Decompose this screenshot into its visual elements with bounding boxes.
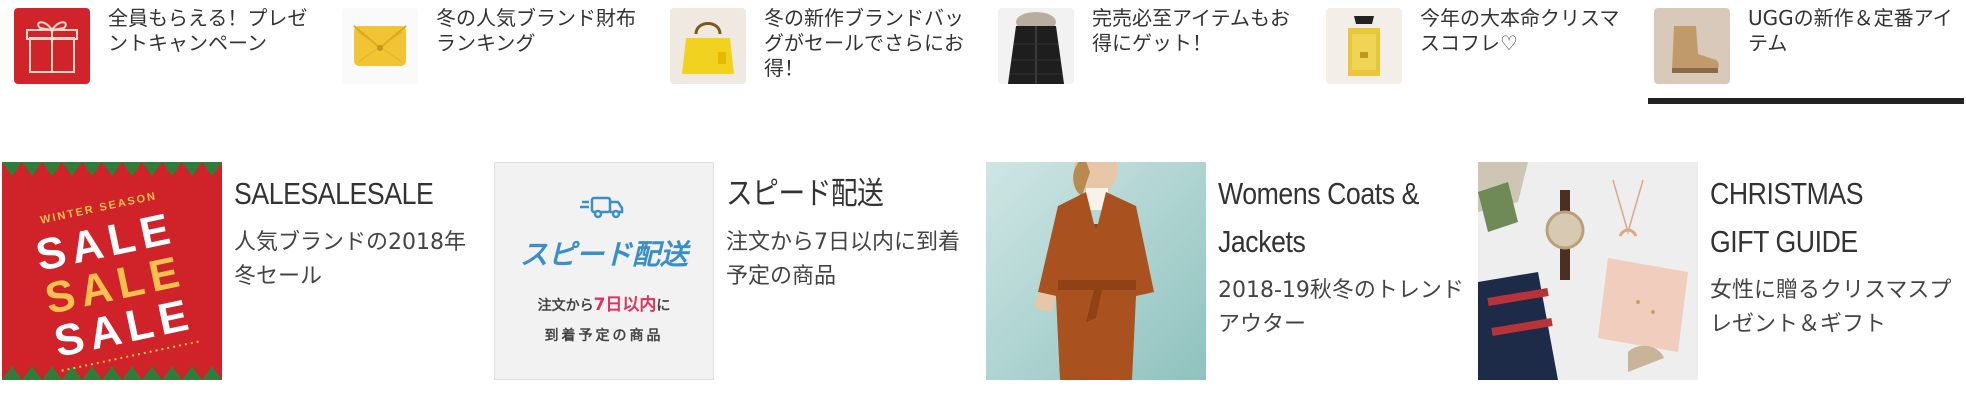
campaign-label: UGGの新作＆定番アイテム [1748,6,1953,55]
speed-line-2: 到着予定の商品 [545,327,664,344]
speed-delivery-image: スピード配送 注文から7日以内に 到着予定の商品 [494,162,714,380]
boot-icon [1654,8,1730,84]
feature-card-womens-coats[interactable]: Womens Coats & Jackets 2018-19秋冬のトレンドアウタ… [986,162,1476,380]
campaign-item-present[interactable]: 全員もらえる！プレゼントキャンペーン [0,0,328,108]
campaign-carousel: 全員もらえる！プレゼントキャンペーン 冬の人気ブランド財布ランキング 冬の新作ブ… [0,0,1966,108]
wallet-icon [342,8,418,84]
sale-banner-image: WINTER SEASON SALE SALE SALE [2,162,222,380]
card-title: スピード配送 [726,176,884,211]
card-title: SALESALESALE [234,176,434,211]
speed-heading: スピード配送 [520,238,691,271]
card-subtitle: 人気ブランドの2018年冬セール [234,230,466,289]
feature-card-speed-delivery[interactable]: スピード配送 注文から7日以内に 到着予定の商品 スピード配送 注文から7日以内… [494,162,984,380]
campaign-item-ugg[interactable]: UGGの新作＆定番アイテム [1640,0,1966,108]
campaign-label: 全員もらえる！プレゼントキャンペーン [108,6,308,55]
campaign-label: 冬の人気ブランド財布ランキング [436,6,636,55]
handbag-icon [670,8,746,84]
campaign-item-bag[interactable]: 冬の新作ブランドバッグがセールでさらにお得！ [656,0,984,108]
feature-card-sale[interactable]: WINTER SEASON SALE SALE SALE SALESALESAL… [2,162,490,380]
campaign-item-coffret[interactable]: 今年の大本命クリスマスコフレ♡ [1312,0,1640,108]
gift-box-icon [14,8,90,84]
card-subtitle: 女性に贈るクリスマスプレゼント＆ギフト [1710,278,1952,337]
coat-model-image [986,162,1206,380]
campaign-label: 冬の新作ブランドバッグがセールでさらにお得！ [764,6,964,80]
feature-cards: WINTER SEASON SALE SALE SALE SALESALESAL… [0,162,1966,380]
card-subtitle: 2018-19秋冬のトレンドアウター [1218,278,1464,337]
campaign-label: 完売必至アイテムもお得にゲット！ [1092,6,1290,55]
card-subtitle: 注文から7日以内に到着予定の商品 [726,230,960,289]
campaign-label: 今年の大本命クリスマスコフレ♡ [1420,6,1620,55]
down-jacket-icon [998,8,1074,84]
card-title: Womens Coats & Jackets [1218,176,1419,259]
campaign-item-wallet[interactable]: 冬の人気ブランド財布ランキング [328,0,656,108]
speed-line-1: 注文から7日以内に [538,294,671,315]
gift-collage-image [1478,162,1698,380]
feature-card-christmas-gift[interactable]: CHRISTMAS GIFT GUIDE 女性に贈るクリスマスプレゼント＆ギフト [1478,162,1966,380]
campaign-item-jacket[interactable]: 完売必至アイテムもお得にゲット！ [984,0,1312,108]
cosmetics-icon [1326,8,1402,84]
active-item-indicator [1648,98,1964,104]
card-title: CHRISTMAS GIFT GUIDE [1710,176,1864,259]
